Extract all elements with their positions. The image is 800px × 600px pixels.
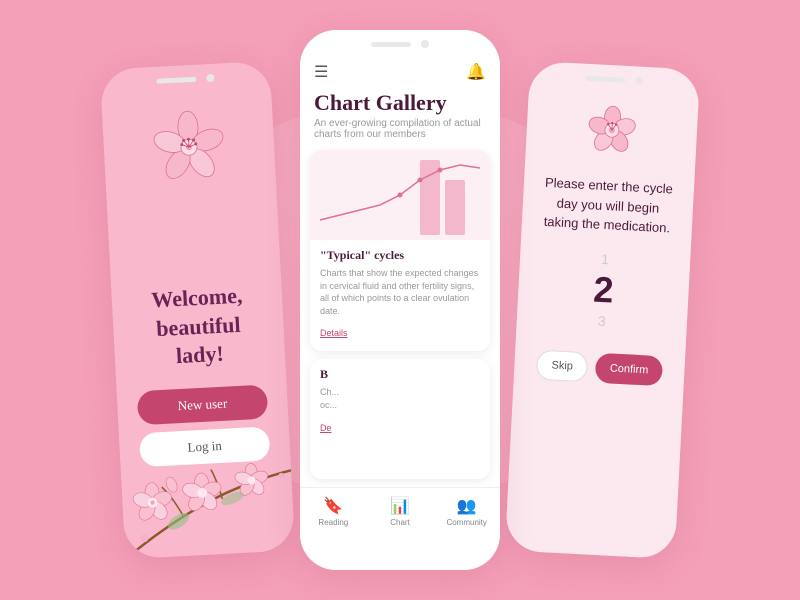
cycle-num-3[interactable]: 3 [598, 312, 607, 328]
cycle-picker[interactable]: 1 2 3 [592, 250, 616, 329]
chart-icon: 📊 [390, 496, 410, 516]
right-prompt: Please enter the cycle day you will begi… [538, 173, 679, 239]
details-link-2[interactable]: De [320, 423, 332, 433]
chart-gallery-subtitle: An ever-growing compilation of actual ch… [300, 118, 500, 150]
phone-right: Please enter the cycle day you will begi… [505, 61, 700, 559]
nav-community[interactable]: 👥 Community [433, 496, 500, 527]
skip-button[interactable]: Skip [536, 349, 589, 382]
screen-left: Welcome, beautiful lady! New user Log in [101, 85, 295, 559]
chart-card-1-content: "Typical" cycles Charts that show the ex… [310, 240, 490, 351]
flower-top-left [147, 107, 231, 191]
chart-label: Chart [390, 518, 410, 527]
chart-area-1 [310, 150, 490, 240]
right-buttons: Skip Confirm [536, 349, 663, 386]
screen-center: ☰ 🔔 Chart Gallery An ever-growing compil… [300, 54, 500, 570]
camera-left [206, 74, 214, 82]
chart-gallery-title: Chart Gallery [300, 88, 500, 118]
phone-left: Welcome, beautiful lady! New user Log in [100, 61, 295, 559]
phones-container: Welcome, beautiful lady! New user Log in [112, 30, 688, 570]
chart-card-2-desc: Ch...oc... [320, 386, 480, 411]
reading-label: Reading [318, 518, 348, 527]
right-blossom [583, 102, 641, 166]
speaker-right [585, 75, 625, 82]
community-icon: 👥 [457, 496, 477, 516]
chart-card-2-title: B [320, 367, 480, 382]
speaker-center [371, 42, 411, 47]
bell-icon[interactable]: 🔔 [466, 62, 486, 82]
welcome-text: Welcome, beautiful lady! [151, 282, 246, 372]
chart-card-1: "Typical" cycles Charts that show the ex… [310, 150, 490, 351]
confirm-button[interactable]: Confirm [595, 352, 663, 385]
phone-top-center [300, 30, 500, 54]
cycle-num-2[interactable]: 2 [592, 268, 614, 311]
center-header: ☰ 🔔 [300, 54, 500, 88]
log-in-button[interactable]: Log in [139, 426, 271, 467]
new-user-button[interactable]: New user [137, 384, 269, 425]
reading-icon: 🔖 [323, 496, 343, 516]
chart-card-2-content: B Ch...oc... De [310, 359, 490, 443]
cycle-num-1[interactable]: 1 [601, 250, 610, 266]
community-label: Community [446, 518, 486, 527]
nav-chart[interactable]: 📊 Chart [367, 496, 434, 527]
screen-right: Please enter the cycle day you will begi… [505, 85, 699, 559]
chart-card-2: B Ch...oc... De [310, 359, 490, 479]
camera-right [635, 76, 643, 84]
chart-card-1-title: "Typical" cycles [320, 248, 480, 263]
details-link-1[interactable]: Details [320, 328, 348, 338]
hamburger-icon[interactable]: ☰ [314, 62, 328, 82]
speaker-left [156, 76, 196, 83]
nav-reading[interactable]: 🔖 Reading [300, 496, 367, 527]
phone-center: ☰ 🔔 Chart Gallery An ever-growing compil… [300, 30, 500, 570]
camera-center [421, 40, 429, 48]
bottom-nav: 🔖 Reading 📊 Chart 👥 Community [300, 487, 500, 537]
chart-card-1-desc: Charts that show the expected changes in… [320, 267, 480, 317]
